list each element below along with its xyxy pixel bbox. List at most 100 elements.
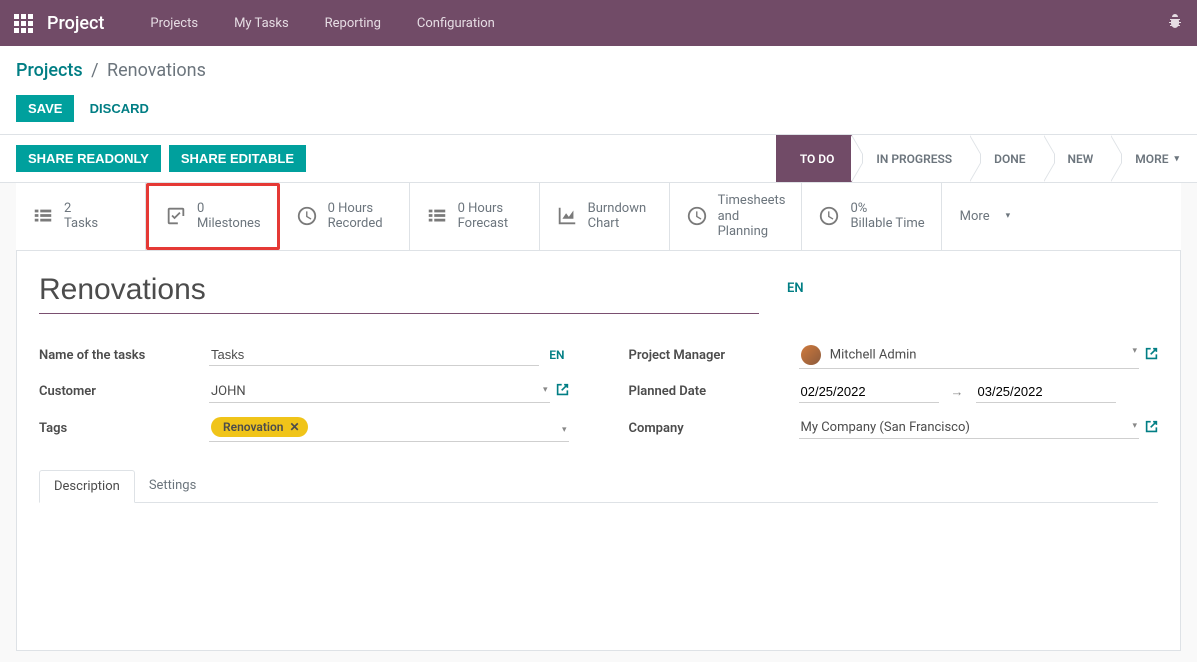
status-label: IN PROGRESS — [876, 152, 952, 166]
nav-reporting[interactable]: Reporting — [307, 2, 399, 45]
status-to-do[interactable]: TO DO — [776, 135, 853, 182]
caret-down-icon: ▾ — [543, 385, 548, 395]
stat-milestones[interactable]: 0Milestones — [146, 183, 280, 250]
stat-more[interactable]: More ▾ — [942, 183, 1028, 250]
stat-value: 0 Hours — [458, 201, 508, 217]
planned-end-input[interactable] — [976, 381, 1116, 403]
breadcrumb-root[interactable]: Projects — [16, 60, 83, 81]
status-label: TO DO — [800, 152, 835, 166]
form-sheet: EN Name of the tasks EN Project Manager … — [16, 251, 1181, 651]
stat-value: 2 — [64, 201, 98, 217]
tags-input[interactable]: Renovation ✕ ▾ — [209, 415, 569, 442]
tag-text: Renovation — [223, 420, 284, 434]
nav-my-tasks[interactable]: My Tasks — [216, 2, 307, 45]
status-new[interactable]: NEW — [1044, 135, 1112, 182]
stat-label: Billable Time — [850, 216, 924, 232]
share-buttons: SHARE READONLY SHARE EDITABLE — [0, 135, 322, 182]
breadcrumb-sep: / — [87, 60, 102, 81]
list-icon — [32, 205, 54, 227]
clock-icon — [686, 205, 708, 227]
company-select[interactable]: My Company (San Francisco) ▾ — [799, 417, 1140, 439]
name-of-tasks-input[interactable] — [209, 344, 539, 366]
apps-icon[interactable] — [14, 14, 33, 33]
status-label: MORE — [1135, 152, 1168, 166]
external-link-icon[interactable] — [556, 383, 569, 400]
action-row: SAVE DISCARD — [0, 87, 1197, 134]
top-navbar: Project Projects My Tasks Reporting Conf… — [0, 0, 1197, 46]
project-manager-select[interactable]: Mitchell Admin ▾ — [799, 342, 1140, 369]
project-name-input[interactable] — [39, 271, 759, 314]
debug-icon[interactable] — [1167, 13, 1183, 33]
list-icon — [426, 205, 448, 227]
stat-row: 2Tasks 0Milestones 0 HoursRecorded 0 Hou… — [16, 183, 1181, 251]
caret-down-icon: ▾ — [1132, 421, 1137, 431]
status-done[interactable]: DONE — [970, 135, 1043, 182]
stat-hours-recorded[interactable]: 0 HoursRecorded — [280, 183, 410, 250]
save-button[interactable]: SAVE — [16, 95, 74, 122]
status-label: NEW — [1068, 152, 1094, 166]
stat-label: Tasks — [64, 216, 98, 232]
clock-icon — [818, 205, 840, 227]
caret-down-icon: ▾ — [1174, 154, 1179, 164]
project-manager-value: Mitchell Admin — [830, 347, 917, 362]
caret-down-icon: ▾ — [562, 425, 567, 435]
chart-icon — [556, 205, 578, 227]
status-in-progress[interactable]: IN PROGRESS — [852, 135, 970, 182]
stat-billable-time[interactable]: 0%Billable Time — [802, 183, 941, 250]
app-brand[interactable]: Project — [47, 13, 104, 34]
status-label: DONE — [994, 152, 1025, 166]
stat-timesheets-planning[interactable]: TimesheetsandPlanning — [670, 183, 803, 250]
arrow-right-icon: → — [951, 384, 964, 400]
tag-remove-icon[interactable]: ✕ — [290, 420, 300, 434]
customer-select[interactable]: JOHN ▾ — [209, 381, 550, 403]
nav-projects[interactable]: Projects — [132, 2, 216, 45]
stat-value: 0 — [197, 201, 261, 217]
stat-more-label: More — [960, 209, 990, 224]
label-project-manager: Project Manager — [629, 348, 799, 363]
stat-value: Burndown — [588, 201, 647, 217]
share-readonly-button[interactable]: SHARE READONLY — [16, 145, 161, 172]
check-icon — [165, 205, 187, 227]
status-more[interactable]: MORE ▾ — [1111, 135, 1197, 182]
lang-badge[interactable]: EN — [787, 271, 804, 296]
clock-icon — [296, 205, 318, 227]
external-link-icon[interactable] — [1145, 347, 1158, 364]
stat-value: 0 Hours — [328, 201, 383, 217]
label-name-of-tasks: Name of the tasks — [39, 348, 209, 363]
lang-badge[interactable]: EN — [545, 348, 568, 362]
breadcrumb-row: Projects / Renovations — [0, 46, 1197, 87]
header-bar: SHARE READONLY SHARE EDITABLE TO DO IN P… — [0, 134, 1197, 183]
nav-configuration[interactable]: Configuration — [399, 2, 513, 45]
stat-label: Milestones — [197, 216, 261, 232]
stat-hours-forecast[interactable]: 0 HoursForecast — [410, 183, 540, 250]
tabs: Description Settings — [39, 470, 1158, 503]
discard-button[interactable]: DISCARD — [78, 95, 161, 122]
stat-label: Chart — [588, 216, 647, 232]
breadcrumb: Projects / Renovations — [16, 60, 1181, 81]
caret-down-icon: ▾ — [1132, 346, 1137, 356]
caret-down-icon: ▾ — [1006, 211, 1011, 221]
stat-burndown[interactable]: BurndownChart — [540, 183, 670, 250]
stat-tasks[interactable]: 2Tasks — [16, 183, 146, 250]
stat-line: Planning — [718, 224, 786, 240]
external-link-icon[interactable] — [1145, 420, 1158, 437]
stat-label: Forecast — [458, 216, 508, 232]
tab-description[interactable]: Description — [39, 470, 135, 503]
customer-value: JOHN — [211, 384, 246, 399]
company-value: My Company (San Francisco) — [801, 420, 970, 435]
planned-start-input[interactable] — [799, 381, 939, 403]
label-tags: Tags — [39, 421, 209, 436]
nav-links: Projects My Tasks Reporting Configuratio… — [132, 2, 512, 45]
share-editable-button[interactable]: SHARE EDITABLE — [169, 145, 306, 172]
breadcrumb-current: Renovations — [107, 60, 206, 81]
label-planned-date: Planned Date — [629, 384, 799, 399]
label-customer: Customer — [39, 384, 209, 399]
label-company: Company — [629, 421, 799, 436]
stat-label: Recorded — [328, 216, 383, 232]
avatar-icon — [801, 345, 821, 365]
stat-line: and — [718, 209, 786, 225]
statusbar: TO DO IN PROGRESS DONE NEW MORE ▾ — [776, 135, 1197, 182]
tag-pill: Renovation ✕ — [211, 417, 308, 437]
stat-value: 0% — [850, 201, 924, 217]
tab-settings[interactable]: Settings — [135, 470, 210, 502]
